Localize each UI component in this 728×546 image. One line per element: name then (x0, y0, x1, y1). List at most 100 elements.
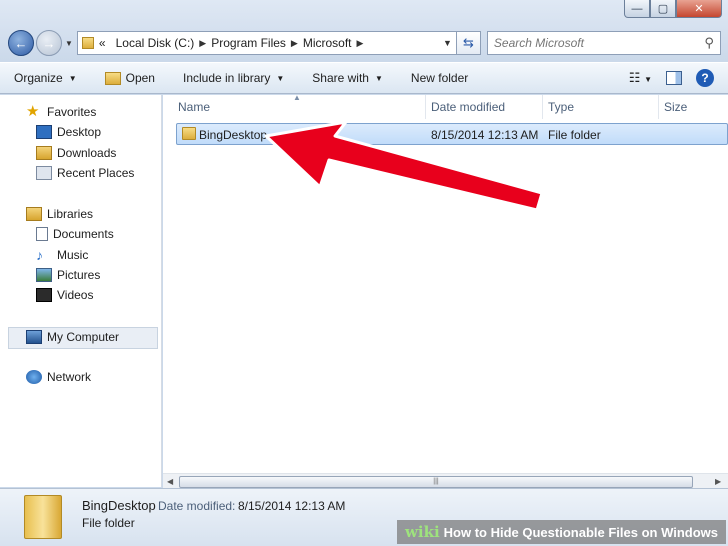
new-folder-label: New folder (410, 71, 469, 85)
recent-places-icon (36, 166, 52, 180)
open-button[interactable]: Open (104, 71, 155, 85)
pictures-icon (36, 268, 52, 282)
details-date-value: 8/15/2014 12:13 AM (238, 499, 346, 513)
nav-videos[interactable]: Videos (36, 288, 93, 302)
maximize-button[interactable]: ▢ (650, 0, 676, 18)
nav-pictures-label: Pictures (57, 268, 101, 282)
command-bar: Organize ▼ Open Include in library ▼ Share… (0, 62, 728, 94)
file-name: BingDesktop (199, 128, 268, 142)
open-label: Open (125, 71, 155, 85)
forward-arrow-icon: → (42, 35, 56, 51)
nav-computer-label: My Computer (47, 330, 120, 344)
search-box[interactable]: ⚲ (486, 31, 721, 55)
details-date-label: Date modified: (158, 499, 236, 513)
new-folder-button[interactable]: New folder (411, 71, 468, 85)
navigation-pane: ★ Favorites Desktop Downloads Recent Plac… (0, 95, 162, 487)
nav-network[interactable]: Network (26, 370, 91, 384)
search-input[interactable] (493, 36, 705, 50)
nav-my-computer[interactable]: My Computer (26, 330, 119, 344)
folder-icon (24, 495, 62, 539)
nav-desktop[interactable]: Desktop (36, 125, 101, 139)
nav-music[interactable]: ♪ Music (36, 248, 88, 262)
details-type: File folder (82, 516, 135, 530)
preview-pane-icon[interactable] (666, 71, 682, 85)
nav-recent-places[interactable]: Recent Places (36, 166, 134, 180)
scrollbar-thumb[interactable]: ||| (179, 476, 693, 488)
watermark-title: How to Hide Questionable Files on Window… (443, 524, 718, 540)
sort-indicator-icon: ▲ (293, 93, 301, 102)
file-list-pane: ▲ Name Date modified Type Size BingDeskt… (163, 93, 728, 490)
nav-libraries-label: Libraries (47, 207, 94, 221)
column-header-size[interactable]: Size (664, 100, 687, 114)
scroll-right-icon[interactable]: ▶ (715, 477, 721, 486)
computer-icon (26, 330, 42, 344)
nav-network-label: Network (47, 370, 92, 384)
organize-button[interactable]: Organize ▼ (14, 71, 77, 85)
star-icon: ★ (26, 103, 40, 120)
nav-favorites-label: Favorites (47, 105, 97, 119)
minimize-button[interactable]: — (624, 0, 650, 18)
column-divider[interactable] (542, 95, 543, 119)
table-row[interactable]: BingDesktop 8/15/2014 12:13 AM File fold… (176, 123, 728, 145)
include-in-library-button[interactable]: Include in library ▼ (183, 71, 284, 85)
column-header-date[interactable]: Date modified (431, 100, 505, 114)
breadcrumb-separator[interactable]: ▶ (357, 38, 364, 49)
breadcrumb-microsoft[interactable]: Microsoft (303, 36, 352, 50)
address-history-dropdown[interactable]: ▼ (443, 38, 452, 48)
file-date: 8/15/2014 12:13 AM (431, 128, 539, 142)
watermark: wiki How to Hide Questionable Files on W… (396, 520, 726, 544)
recent-pages-dropdown[interactable]: ▼ (65, 39, 73, 48)
search-icon[interactable]: ⚲ (704, 35, 714, 51)
breadcrumb-overflow[interactable]: « (99, 36, 106, 50)
nav-downloads-label: Downloads (57, 146, 117, 160)
share-with-button[interactable]: Share with ▼ (312, 71, 383, 85)
forward-button[interactable]: → (36, 30, 62, 56)
column-divider[interactable] (658, 95, 659, 119)
desktop-icon (36, 125, 52, 139)
nav-documents-label: Documents (53, 227, 114, 241)
refresh-button[interactable]: ⇆ (456, 31, 481, 55)
nav-music-label: Music (57, 248, 89, 262)
caption-buttons: — ▢ ✕ (624, 0, 722, 18)
organize-label: Organize (14, 71, 63, 85)
documents-icon (36, 227, 48, 241)
close-button[interactable]: ✕ (676, 0, 722, 18)
nav-recent-label: Recent Places (57, 166, 135, 180)
nav-pictures[interactable]: Pictures (36, 268, 100, 282)
network-icon (26, 370, 42, 384)
column-divider[interactable] (425, 95, 426, 119)
nav-videos-label: Videos (57, 288, 94, 302)
nav-documents[interactable]: Documents (36, 227, 114, 241)
column-headers: ▲ Name Date modified Type Size (163, 93, 728, 119)
share-label: Share with (312, 71, 369, 85)
breadcrumb-separator[interactable]: ▶ (199, 38, 206, 49)
nav-desktop-label: Desktop (57, 125, 102, 139)
videos-icon (36, 288, 52, 302)
details-name: BingDesktop (82, 498, 156, 513)
include-label: Include in library (182, 71, 271, 85)
nav-libraries[interactable]: Libraries (26, 207, 93, 221)
downloads-icon (36, 146, 52, 160)
nav-downloads[interactable]: Downloads (36, 146, 116, 160)
folder-icon (182, 127, 196, 140)
breadcrumb-separator[interactable]: ▶ (291, 38, 298, 49)
libraries-icon (26, 207, 42, 221)
help-icon[interactable]: ? (696, 69, 714, 87)
address-bar[interactable]: « Local Disk (C:) ▶ Program Files ▶ Micr… (76, 31, 457, 55)
nav-favorites[interactable]: ★ Favorites (26, 103, 97, 120)
explorer-window: — ▢ ✕ ← → ▼ « Local Disk (C:) ▶ Program … (0, 0, 728, 546)
address-row: ← → ▼ « Local Disk (C:) ▶ Program Files … (8, 28, 722, 58)
scroll-left-icon[interactable]: ◀ (167, 477, 173, 486)
breadcrumb-local-disk[interactable]: Local Disk (C:) (116, 36, 195, 50)
watermark-brand: wiki (404, 523, 440, 541)
view-icon[interactable]: ☷ ▼ (629, 70, 652, 86)
refresh-icon: ⇆ (462, 35, 474, 50)
breadcrumb-program-files[interactable]: Program Files (211, 36, 286, 50)
folder-icon (81, 37, 94, 49)
back-button[interactable]: ← (8, 30, 34, 56)
column-header-name[interactable]: Name (178, 100, 210, 114)
open-folder-icon (104, 71, 121, 85)
column-header-type[interactable]: Type (548, 100, 574, 114)
back-arrow-icon: ← (14, 35, 28, 51)
toolbar-right: ☷ ▼ ? (615, 69, 714, 87)
